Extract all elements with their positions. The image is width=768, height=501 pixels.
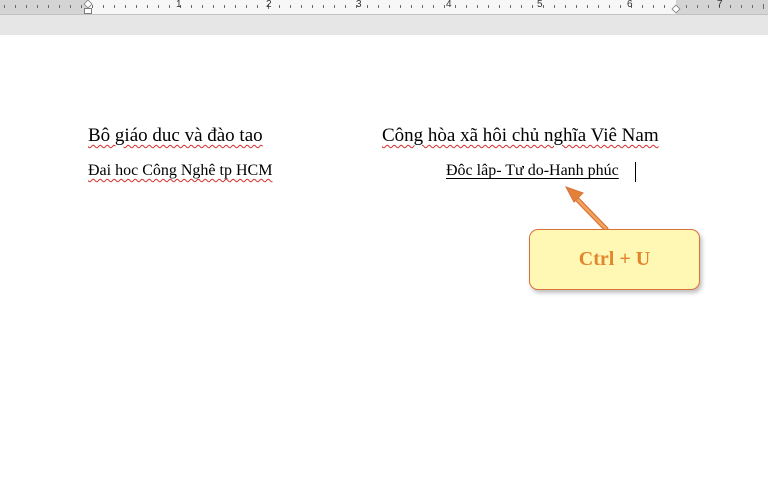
shortcut-label: Ctrl + U [578, 248, 651, 270]
shortcut-callout: Ctrl + U [529, 229, 700, 290]
